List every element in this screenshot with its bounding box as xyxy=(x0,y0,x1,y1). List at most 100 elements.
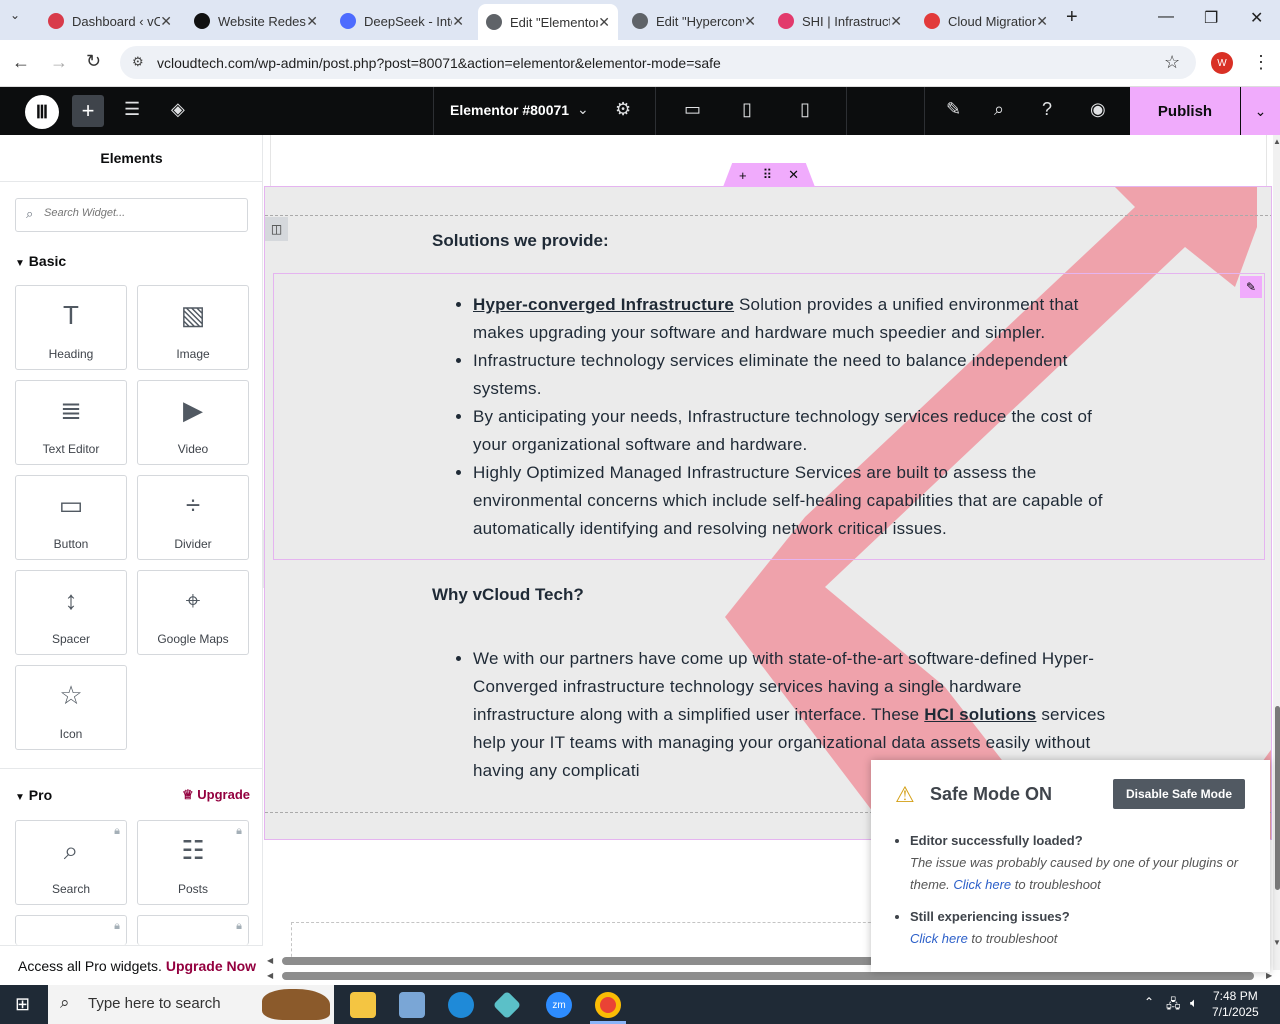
browser-tab[interactable]: Edit "Hyperconv ✕ xyxy=(624,6,764,36)
elementor-logo-icon[interactable]: Ⅲ xyxy=(25,95,59,129)
clock-time: 7:48 PM xyxy=(1213,989,1258,1003)
widget-pro-locked[interactable]: 🔒︎ xyxy=(137,915,249,945)
browser-tab[interactable]: DeepSeek - Into ✕ xyxy=(332,6,472,36)
edit-pencil-icon[interactable]: ✎ xyxy=(1240,276,1262,298)
delete-section-icon[interactable]: ✕ xyxy=(788,167,799,183)
scroll-right-icon[interactable]: ▶ xyxy=(1266,971,1272,980)
pro-category-header[interactable]: ▼ Pro xyxy=(15,787,52,803)
close-icon[interactable]: ✕ xyxy=(1036,13,1048,30)
window-close-icon[interactable]: ✕ xyxy=(1250,8,1263,28)
forward-icon[interactable]: → xyxy=(50,52,68,73)
taskbar-clock[interactable]: 7:48 PM 7/1/2025 xyxy=(1212,988,1259,1020)
minimize-icon[interactable]: — xyxy=(1158,8,1174,26)
close-icon[interactable]: ✕ xyxy=(744,13,756,30)
browser-tab[interactable]: SHI | Infrastructu ✕ xyxy=(770,6,910,36)
horizontal-scrollbar[interactable] xyxy=(282,972,1254,980)
tab-search-dropdown[interactable]: ⌄ xyxy=(10,8,30,30)
file-explorer-icon[interactable] xyxy=(350,992,376,1018)
reload-icon[interactable]: ↻ xyxy=(86,51,101,72)
browser-tab-active[interactable]: Edit "Elementor ✕ xyxy=(478,4,618,40)
publish-button[interactable]: Publish xyxy=(1130,87,1240,135)
windows-start-icon[interactable]: ⊞ xyxy=(15,994,30,1015)
widget-google-maps[interactable]: ⌖ Google Maps xyxy=(137,570,249,655)
widget-video[interactable]: ▶ Video xyxy=(137,380,249,465)
site-settings-sliders-icon[interactable]: ☰ xyxy=(124,99,140,120)
hci-link[interactable]: Hyper-converged Infrastructure xyxy=(473,295,734,314)
add-element-button[interactable]: + xyxy=(72,95,104,127)
close-icon[interactable]: ✕ xyxy=(452,13,464,30)
volume-icon[interactable]: 🔈︎ xyxy=(1190,995,1198,1011)
help-icon[interactable]: ? xyxy=(1042,99,1052,120)
search-icon[interactable]: ⌕ xyxy=(994,99,1004,120)
column-handle-icon[interactable]: ◫ xyxy=(265,217,288,241)
tab-title: SHI | Infrastructu xyxy=(802,13,890,29)
browser-tab[interactable]: Website Redesign ✕ xyxy=(186,6,326,36)
add-section-icon[interactable]: + xyxy=(739,168,747,183)
app-icon[interactable] xyxy=(399,992,425,1018)
heading-why-vcloud[interactable]: Why vCloud Tech? xyxy=(432,585,584,605)
close-icon[interactable]: ✕ xyxy=(890,13,902,30)
profile-avatar[interactable]: W xyxy=(1211,52,1233,74)
widget-icon[interactable]: ☆ Icon xyxy=(15,665,127,750)
widget-image[interactable]: ▧ Image xyxy=(137,285,249,370)
close-icon[interactable]: ✕ xyxy=(160,13,172,30)
troubleshoot-link[interactable]: Click here xyxy=(953,877,1011,892)
restore-icon[interactable]: ❐ xyxy=(1204,8,1218,28)
scrollbar-thumb[interactable] xyxy=(1275,706,1280,890)
show-hidden-icons-chevron-icon[interactable]: ⌃ xyxy=(1144,995,1154,1009)
scroll-left-icon[interactable]: ◀ xyxy=(267,971,273,980)
chrome-icon[interactable] xyxy=(595,992,621,1018)
divider xyxy=(1266,135,1267,186)
document-title[interactable]: Elementor #80071 xyxy=(450,102,569,118)
network-icon[interactable]: 🖧︎ xyxy=(1166,995,1181,1017)
heading-solutions[interactable]: Solutions we provide: xyxy=(432,231,609,251)
section-handle[interactable]: + ⠿ ✕ xyxy=(723,163,815,187)
mobile-view-icon[interactable]: ▯ xyxy=(800,99,810,120)
troubleshoot-link[interactable]: Click here xyxy=(910,931,968,946)
scroll-down-icon[interactable]: ▼ xyxy=(1273,938,1280,947)
widget-spacer[interactable]: ↕ Spacer xyxy=(15,570,127,655)
back-icon[interactable]: ← xyxy=(12,52,30,73)
basic-category-header[interactable]: ▼ Basic xyxy=(15,253,66,269)
app-icon[interactable] xyxy=(492,990,522,1020)
hci-solutions-link[interactable]: HCI solutions xyxy=(924,705,1036,724)
notes-rocket-icon[interactable]: ✎ xyxy=(946,99,961,120)
url-field[interactable]: ⚙ vcloudtech.com/wp-admin/post.php?post=… xyxy=(120,46,1196,79)
site-settings-icon[interactable]: ⚙ xyxy=(132,54,144,70)
widget-posts-pro[interactable]: 🔒︎ ☷ Posts xyxy=(137,820,249,905)
disable-safe-mode-button[interactable]: Disable Safe Mode xyxy=(1113,779,1245,809)
widget-text-editor[interactable]: ≣ Text Editor xyxy=(15,380,127,465)
widget-search-input[interactable] xyxy=(44,207,239,219)
preview-eye-icon[interactable]: ◉ xyxy=(1090,99,1106,120)
upgrade-now-link[interactable]: Upgrade Now xyxy=(166,958,256,974)
browser-menu-icon[interactable]: ⋮ xyxy=(1252,52,1270,73)
close-icon[interactable]: ✕ xyxy=(306,13,318,30)
structure-layers-icon[interactable]: ◈ xyxy=(171,99,185,120)
desktop-view-icon[interactable]: ▭ xyxy=(684,99,701,120)
taskbar-search-box[interactable]: ⌕ Type here to search xyxy=(48,985,334,1024)
upgrade-link[interactable]: ♕ Upgrade xyxy=(182,787,250,803)
browser-tab[interactable]: Cloud Migration ✕ xyxy=(916,6,1056,36)
scroll-left-icon[interactable]: ◀ xyxy=(267,956,273,965)
new-tab-icon[interactable]: + xyxy=(1066,6,1078,29)
add-section-dropzone[interactable] xyxy=(291,922,911,962)
bookmark-star-icon[interactable]: ☆ xyxy=(1164,52,1180,73)
browser-tab[interactable]: Dashboard ‹ vCloud ✕ xyxy=(40,6,180,36)
widget-search-box[interactable]: ⌕ xyxy=(15,198,248,232)
widget-pro-locked[interactable]: 🔒︎ xyxy=(15,915,127,945)
widget-search-pro[interactable]: 🔒︎ ⌕ Search xyxy=(15,820,127,905)
widget-heading[interactable]: T Heading xyxy=(15,285,127,370)
drag-handle-icon[interactable]: ⠿ xyxy=(763,167,773,183)
widget-button[interactable]: ▭ Button xyxy=(15,475,127,560)
content-section[interactable]: ◫ Solutions we provide: ✎ Hyper-converge… xyxy=(264,186,1272,840)
publish-options-chevron-icon[interactable]: ⌄ xyxy=(1241,87,1280,135)
zoom-icon[interactable]: zm xyxy=(546,992,572,1018)
close-icon[interactable]: ✕ xyxy=(598,14,610,31)
scroll-up-icon[interactable]: ▲ xyxy=(1273,137,1280,146)
tablet-view-icon[interactable]: ▯ xyxy=(742,99,752,120)
solutions-list[interactable]: Hyper-converged Infrastructure Solution … xyxy=(455,291,1115,543)
edge-browser-icon[interactable] xyxy=(448,992,474,1018)
page-settings-gear-icon[interactable]: ⚙ xyxy=(615,99,631,120)
chevron-down-icon[interactable]: ⌄ xyxy=(577,101,589,118)
widget-divider[interactable]: ÷ Divider xyxy=(137,475,249,560)
